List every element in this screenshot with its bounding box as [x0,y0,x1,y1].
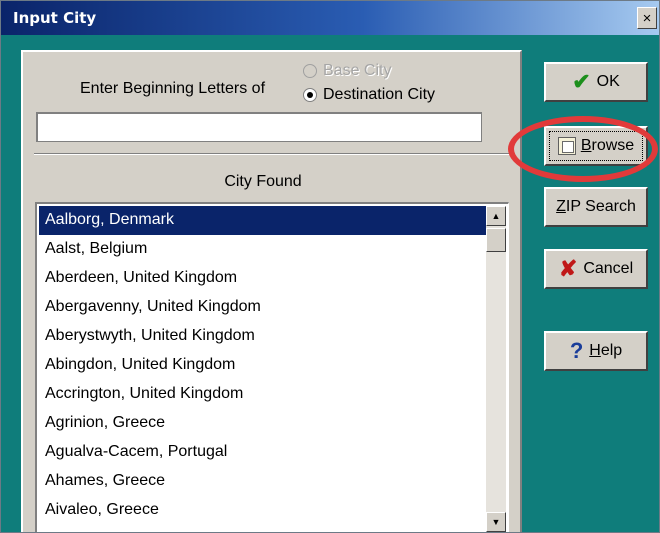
list-item[interactable]: Abergavenny, United Kingdom [39,293,488,322]
check-icon: ✔ [572,69,591,94]
list-item[interactable]: Agrinion, Greece [39,409,488,438]
zip-search-button[interactable]: ZIP Search [544,187,648,227]
city-list-items: Aalborg, Denmark Aalst, Belgium Aberdeen… [39,206,488,525]
list-item[interactable]: Accrington, United Kingdom [39,380,488,409]
title-bar[interactable]: Input City × [1,1,659,35]
base-city-label: Base City [323,62,392,79]
question-icon: ? [569,338,584,363]
city-search-panel: Enter Beginning Letters of Base City Des… [21,50,522,532]
radio-destination-city[interactable]: Destination City [303,86,435,104]
list-item[interactable]: Aberdeen, United Kingdom [39,264,488,293]
ok-label: OK [596,73,620,90]
cancel-label: Cancel [583,260,634,277]
browse-highlight-ring [508,116,658,182]
list-item[interactable]: Agualva-Cacem, Portugal [39,438,488,467]
zip-search-label: ZIP Search [556,198,636,215]
input-city-dialog: Input City × Enter Beginning Letters of … [0,0,660,533]
x-icon: ✘ [558,256,578,281]
scroll-up-icon[interactable]: ▲ [486,206,506,226]
help-button[interactable]: ? Help [544,331,648,371]
city-list[interactable]: Aalborg, Denmark Aalst, Belgium Aberdeen… [35,202,509,532]
help-label: Help [589,342,623,359]
window-title: Input City [13,9,97,27]
list-item[interactable]: Abingdon, United Kingdom [39,351,488,380]
enter-letters-label: Enter Beginning Letters of [80,80,266,97]
base-city-radio-icon[interactable] [303,64,317,78]
city-found-label: City Found [224,173,302,190]
list-item[interactable]: Aalborg, Denmark [39,206,488,235]
cancel-button[interactable]: ✘ Cancel [544,249,648,289]
list-item[interactable]: Aivaleo, Greece [39,496,488,525]
city-search-input[interactable] [36,112,482,142]
list-item[interactable]: Ahames, Greece [39,467,488,496]
destination-city-label: Destination City [323,86,436,103]
scroll-down-icon[interactable]: ▼ [486,512,506,532]
vertical-scrollbar[interactable]: ▲ ▼ [486,206,506,532]
radio-base-city[interactable]: Base City [303,62,391,80]
list-item[interactable]: Aalst, Belgium [39,235,488,264]
ok-button[interactable]: ✔ OK [544,62,648,102]
list-item[interactable]: Aberystwyth, United Kingdom [39,322,488,351]
scroll-thumb[interactable] [486,228,506,252]
destination-city-radio-icon[interactable] [303,88,317,102]
close-button[interactable]: × [637,7,657,29]
divider [34,153,512,155]
